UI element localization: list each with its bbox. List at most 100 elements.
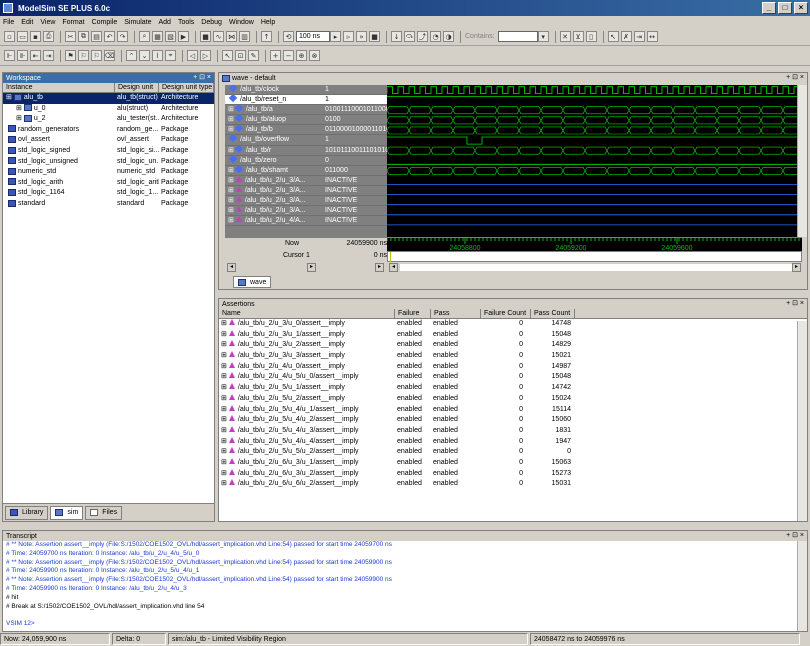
maximize-button[interactable]: □	[778, 2, 792, 14]
wave-signal-row[interactable]: /alu_tb/overflow	[225, 135, 323, 146]
find-icon[interactable]: ⌕	[139, 31, 150, 42]
close-button[interactable]: ×	[794, 2, 808, 14]
clear-filter-icon[interactable]: ✕	[559, 31, 571, 42]
restart-icon[interactable]: ⟲	[283, 31, 294, 42]
expand-icon[interactable]: ⊞	[221, 320, 227, 327]
expand-icon[interactable]: ⊞	[221, 459, 227, 466]
expand-icon[interactable]: ⊞	[221, 427, 227, 434]
scroll-right-icon[interactable]: ▸	[307, 263, 316, 272]
expand-icon[interactable]: ⊞	[228, 116, 234, 123]
workspace-row[interactable]: standard standard Package	[3, 199, 214, 210]
tab-files[interactable]: Files	[85, 505, 123, 520]
performance-icon[interactable]: ◔	[430, 31, 441, 42]
workspace-row[interactable]: random_generators random_ge... Package	[3, 125, 214, 136]
break-run-icon[interactable]: ■	[369, 31, 380, 42]
wave-signal-row[interactable]: ⊞ /alu_tb/u_2/u_3/A...	[225, 206, 323, 217]
menu-item-help[interactable]: Help	[261, 19, 275, 26]
waveform-canvas[interactable]	[386, 85, 806, 237]
copy-icon[interactable]: ⧉	[78, 31, 89, 42]
expand-icon[interactable]: ⊞	[221, 331, 227, 338]
run-length-input[interactable]: 100 ns	[296, 31, 330, 42]
menu-item-tools[interactable]: Tools	[178, 19, 194, 26]
tab-wave[interactable]: wave	[233, 276, 272, 288]
waveform-display[interactable]	[386, 85, 806, 237]
select-mode-icon[interactable]: ↖	[222, 50, 233, 61]
col-design-unit-type[interactable]: Design unit type	[159, 83, 214, 92]
col-design-unit[interactable]: Design unit	[115, 83, 159, 92]
col-instance[interactable]: Instance	[3, 83, 115, 92]
workspace-row[interactable]: std_logic_arith std_logic_arith Package	[3, 178, 214, 189]
menu-item-format[interactable]: Format	[62, 19, 84, 26]
expand-icon[interactable]: ⊞	[16, 105, 22, 112]
compile-all-icon[interactable]: ▧	[165, 31, 176, 42]
transcript-log[interactable]: # ** Note: Assertion assert__imply (File…	[3, 541, 807, 629]
wave-signal-row[interactable]: ⊞ /alu_tb/u_2/u_3/A...	[225, 196, 323, 207]
simulate-icon[interactable]: ▶	[178, 31, 189, 42]
expand-icon[interactable]: ⊞	[221, 480, 227, 487]
wave-signal-row[interactable]: ⊞ /alu_tb/shamt	[225, 165, 323, 176]
col-name[interactable]: Name	[219, 309, 395, 318]
cursor-marker[interactable]	[390, 252, 391, 262]
assertion-row[interactable]: ⊞ /alu_tb/u_2/u_5/u_4/u_1/assert__imply en…	[219, 404, 807, 416]
dataflow-icon[interactable]: ⋈	[226, 31, 237, 42]
assertion-row[interactable]: ⊞ /alu_tb/u_2/u_4/u_5/u_0/assert__imply en…	[219, 372, 807, 383]
document-icon[interactable]: ▯	[585, 31, 597, 42]
expand-icon[interactable]: ⊞	[221, 363, 227, 370]
tab-library[interactable]: Library	[5, 505, 49, 520]
cursor-label[interactable]: Cursor 1	[283, 252, 310, 259]
bookmark-icon[interactable]: ⚑	[65, 50, 76, 61]
scroll-right-icon[interactable]: ▸	[792, 263, 801, 272]
edit-mode-icon[interactable]: ✎	[248, 50, 259, 61]
signal-down-icon[interactable]: ⌄	[139, 50, 150, 61]
wave-signal-row[interactable]: ⊞ /alu_tb/aluop	[225, 115, 323, 126]
contains-dropdown-icon[interactable]: ▾	[537, 31, 549, 42]
workspace-row[interactable]: std_logic_signed std_logic_si... Package	[3, 146, 214, 157]
expand-icon[interactable]: ⊞	[228, 126, 234, 133]
wave-vertical-scrollbar[interactable]	[797, 85, 807, 237]
bookmark-next-icon[interactable]: ⚐	[78, 50, 89, 61]
assertion-row[interactable]: ⊞ /alu_tb/u_2/u_3/u_1/assert__imply enable…	[219, 329, 807, 341]
assertion-row[interactable]: ⊞ /alu_tb/u_2/u_3/u_3/assert__imply enable…	[219, 351, 807, 362]
run-all-icon[interactable]: »	[356, 31, 367, 42]
menu-item-debug[interactable]: Debug	[201, 19, 222, 26]
outdent-icon[interactable]: ⇥	[43, 50, 54, 61]
step-icon[interactable]: ↓	[391, 31, 402, 42]
wave-horizontal-scrollbar[interactable]: ◂ ▸ ▸ ◂ ▸	[225, 263, 802, 273]
scroll-right-icon[interactable]: ▸	[375, 263, 384, 272]
compile-icon[interactable]: ▦	[152, 31, 163, 42]
signal-up-icon[interactable]: ⌃	[126, 50, 137, 61]
expand-icon[interactable]: ⊞	[228, 147, 234, 154]
select-pointer-icon[interactable]: ↖	[607, 31, 619, 42]
assertion-row[interactable]: ⊞ /alu_tb/u_2/u_5/u_1/assert__imply enable…	[219, 383, 807, 394]
col-pass-count[interactable]: Pass Count	[531, 309, 575, 318]
delete-cursor-icon[interactable]: ✗	[620, 31, 632, 42]
step-over-icon[interactable]: ⤼	[404, 31, 415, 42]
contains-input[interactable]	[497, 31, 538, 42]
minimize-button[interactable]: _	[762, 2, 776, 14]
paste-icon[interactable]: ▤	[91, 31, 102, 42]
scroll-left-icon[interactable]: ◂	[389, 263, 398, 272]
wave-signal-row[interactable]: /alu_tb/zero	[225, 155, 323, 166]
assertion-row[interactable]: ⊞ /alu_tb/u_2/u_4/u_0/assert__imply enable…	[219, 361, 807, 373]
menu-item-window[interactable]: Window	[229, 19, 254, 26]
zoom-full-icon[interactable]: ⊕	[296, 50, 307, 61]
wave-signal-row[interactable]: ⊞ /alu_tb/r	[225, 145, 323, 156]
pane-controls-icon[interactable]: + ⊡ ×	[786, 73, 804, 81]
assertion-row[interactable]: ⊞ /alu_tb/u_2/u_6/u_3/u_1/assert__imply en…	[219, 457, 807, 469]
assertion-row[interactable]: ⊞ /alu_tb/u_2/u_6/u_6/u_2/assert__imply en…	[219, 479, 807, 490]
zoom-out-icon[interactable]: −	[283, 50, 294, 61]
filter-icon[interactable]: ⊻	[572, 31, 584, 42]
assertion-row[interactable]: ⊞ /alu_tb/u_2/u_3/u_0/assert__imply enable…	[219, 319, 807, 330]
wave-signal-row[interactable]: ⊞ /alu_tb/u_2/u_3/A...	[225, 175, 323, 186]
assertion-row[interactable]: ⊞ /alu_tb/u_2/u_5/u_5/u_2/assert__imply en…	[219, 447, 807, 458]
expand-icon[interactable]: ⊞	[221, 438, 227, 445]
wave-signal-row[interactable]: ⊞ /alu_tb/a	[225, 105, 323, 116]
wave-signal-row[interactable]: ⊞ /alu_tb/u_2/u_3/A...	[225, 185, 323, 197]
assertion-row[interactable]: ⊞ /alu_tb/u_2/u_3/u_2/assert__imply enable…	[219, 340, 807, 351]
menu-item-add[interactable]: Add	[158, 19, 170, 26]
expand-icon[interactable]: ⊞	[228, 217, 234, 224]
memory-icon[interactable]: ▥	[239, 31, 250, 42]
expand-icon[interactable]: ⊞	[221, 448, 227, 455]
workspace-row[interactable]: ovl_assert ovl_assert Package	[3, 135, 214, 146]
bookmark-clear-icon[interactable]: ⌫	[104, 50, 115, 61]
